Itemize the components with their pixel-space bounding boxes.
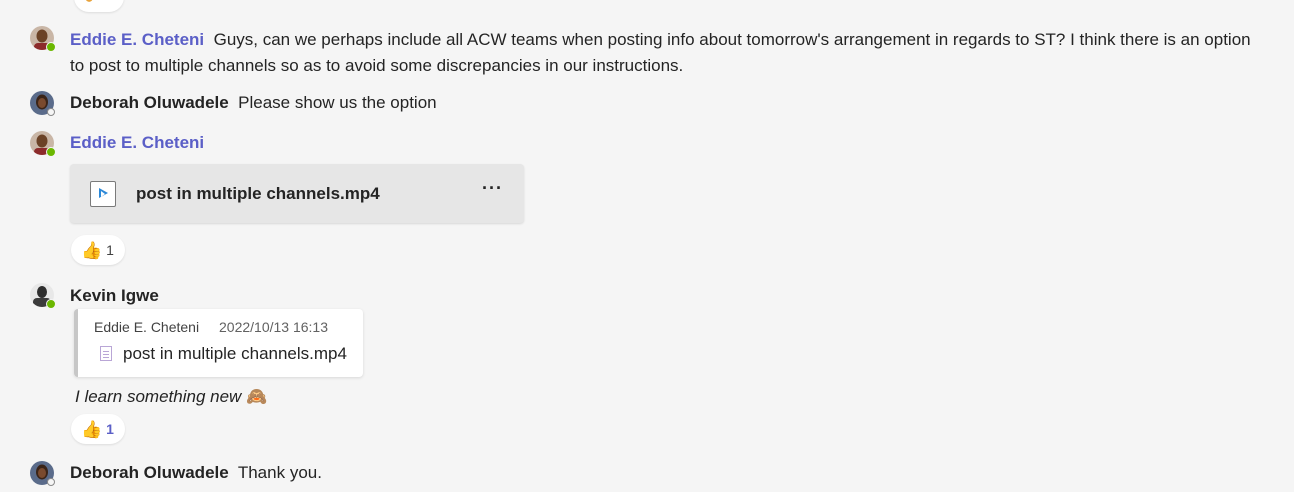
avatar[interactable] (30, 26, 56, 52)
author-name[interactable]: Deborah Oluwadele (70, 463, 229, 482)
reaction-count: 1 (106, 421, 114, 437)
author-name[interactable]: Eddie E. Cheteni (70, 133, 204, 152)
message-row: Deborah Oluwadele Thank you. (70, 460, 322, 486)
quote-timestamp: 2022/10/13 16:13 (219, 319, 328, 335)
video-file-icon (90, 181, 116, 207)
more-options-button[interactable]: ··· (482, 178, 503, 199)
message-body: Eddie E. Cheteni Guys, can we perhaps in… (70, 27, 1285, 79)
message-row: Kevin Igwe (70, 283, 159, 309)
presence-available-icon (46, 42, 56, 52)
reaction-count: 1 (106, 242, 114, 258)
author-name[interactable]: Eddie E. Cheteni (70, 30, 204, 49)
quoted-message[interactable]: Eddie E. Cheteni 2022/10/13 16:13 post i… (74, 309, 363, 377)
message-text: Thank you. (237, 463, 322, 482)
avatar[interactable] (30, 91, 55, 116)
message-text: Please show us the option (238, 93, 437, 112)
presence-available-icon (46, 299, 56, 309)
avatar[interactable] (30, 461, 55, 486)
message-row: I learn something new 🙈 (75, 384, 267, 410)
file-attachment-card[interactable]: post in multiple channels.mp4 ··· (70, 164, 524, 223)
previous-reaction-pill[interactable]: ● (74, 0, 124, 12)
quote-file-name: post in multiple channels.mp4 (123, 344, 347, 363)
quote-author: Eddie E. Cheteni (94, 319, 200, 335)
thumbs-up-icon: 👍 (81, 419, 103, 439)
presence-offline-icon (47, 108, 55, 116)
reaction-pill[interactable]: 👍 1 (71, 414, 125, 444)
author-name[interactable]: Kevin Igwe (70, 286, 159, 305)
author-name[interactable]: Deborah Oluwadele (70, 93, 229, 112)
reaction-pill[interactable]: 👍 1 (71, 235, 125, 265)
thumbs-up-icon: ● (84, 0, 94, 6)
see-no-evil-monkey-emoji: 🙈 (246, 387, 268, 406)
message-row: Eddie E. Cheteni (70, 130, 204, 156)
message-text: I learn something new (75, 387, 242, 406)
document-icon (100, 346, 112, 361)
message-row: Deborah Oluwadele Please show us the opt… (70, 90, 437, 116)
message-text-continued: to post to multiple channels so as to av… (70, 56, 684, 75)
message-text: Guys, can we perhaps include all ACW tea… (213, 30, 1251, 49)
avatar[interactable] (30, 131, 56, 157)
thumbs-up-icon: 👍 (81, 240, 103, 260)
presence-offline-icon (47, 478, 55, 486)
avatar[interactable] (30, 283, 56, 309)
attachment-file-name[interactable]: post in multiple channels.mp4 (136, 184, 380, 204)
presence-available-icon (46, 147, 56, 157)
